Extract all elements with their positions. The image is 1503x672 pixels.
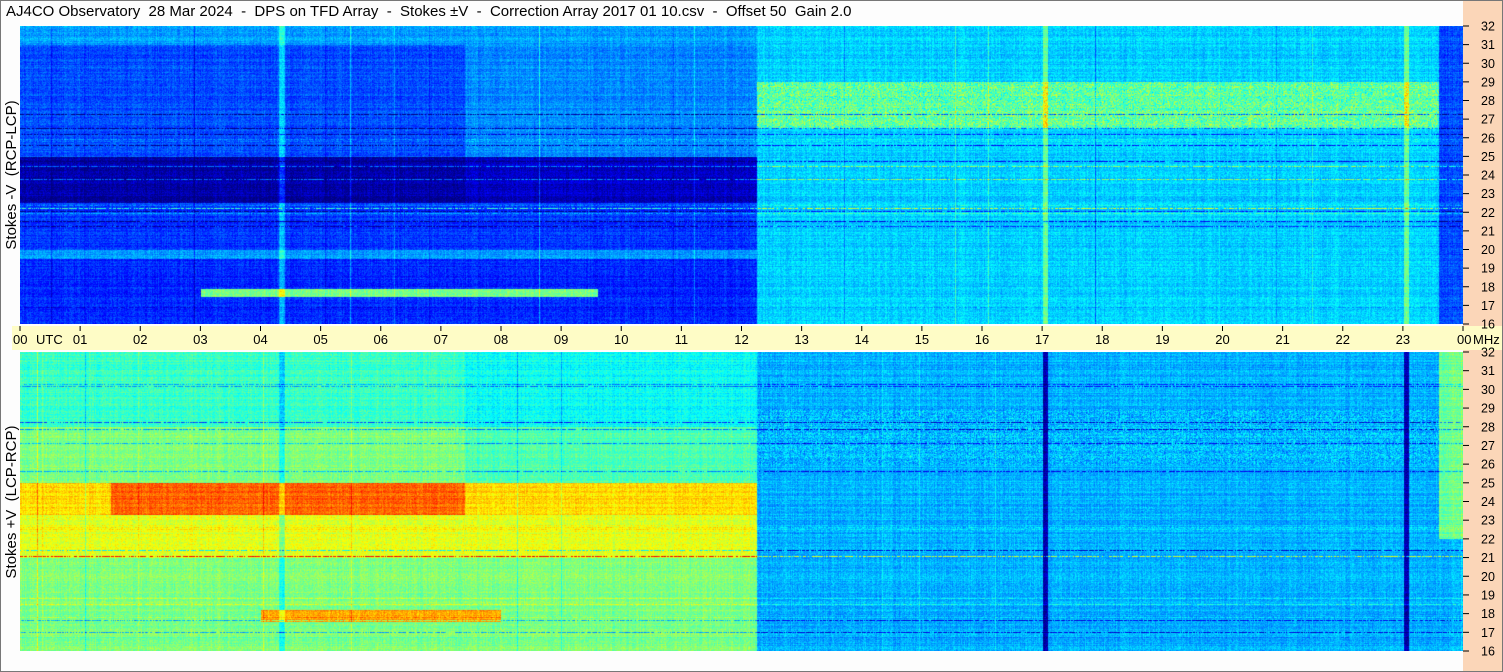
- freq-tick-label: 28: [1481, 420, 1495, 434]
- freq-tick-label: 17: [1481, 626, 1495, 640]
- freq-tick-label: 27: [1481, 439, 1495, 453]
- time-tick-label: 08: [494, 332, 508, 347]
- time-tick-label: 04: [253, 332, 267, 347]
- freq-tick-label: 20: [1481, 243, 1495, 257]
- freq-tick-label: 24: [1481, 169, 1495, 183]
- freq-tick-label: 23: [1481, 187, 1495, 201]
- freq-tick-label: 24: [1481, 495, 1495, 509]
- axes-svg: 00 01 02 03 04 05 06 07 08 09 10 11 12 13 14 15 16 17 18 19…: [0, 0, 1503, 672]
- time-tick-label: 07: [434, 332, 448, 347]
- freq-tick-label: 31: [1481, 364, 1495, 378]
- time-tick-label: 17: [1035, 332, 1049, 347]
- freq-tick-label: 19: [1481, 588, 1495, 602]
- freq-tick-label: 30: [1481, 57, 1495, 71]
- time-tick-label: 00: [13, 332, 27, 347]
- freq-tick-label: 19: [1481, 262, 1495, 276]
- freq-tick-label: 23: [1481, 514, 1495, 528]
- time-tick-label: 05: [313, 332, 327, 347]
- freq-tick-label: 29: [1481, 75, 1495, 89]
- freq-tick-label: 18: [1481, 607, 1495, 621]
- freq-tick-label: 30: [1481, 383, 1495, 397]
- freq-tick-label: 32: [1481, 346, 1495, 360]
- time-tick-label: 15: [915, 332, 929, 347]
- time-tick-label: 00: [1457, 332, 1471, 347]
- freq-tick-label: 27: [1481, 113, 1495, 127]
- freq-tick-label: 26: [1481, 131, 1495, 145]
- axes-layer: 00 01 02 03 04 05 06 07 08 09 10 11 12 13 14 15 16 17 18 19…: [0, 0, 1503, 672]
- freq-tick-label: 17: [1481, 299, 1495, 313]
- freq-tick-label: 26: [1481, 458, 1495, 472]
- time-tick-label: 09: [554, 332, 568, 347]
- freq-tick-label: 32: [1481, 20, 1495, 34]
- freq-tick-label: 20: [1481, 570, 1495, 584]
- time-tick-label: 14: [855, 332, 869, 347]
- time-tick-label: 01: [73, 332, 87, 347]
- time-tick-label: 12: [734, 332, 748, 347]
- freq-tick-label: 16: [1481, 318, 1495, 332]
- freq-tick-label: 21: [1481, 551, 1495, 565]
- freq-tick-label: 29: [1481, 402, 1495, 416]
- time-tick-label: 22: [1336, 332, 1350, 347]
- time-tick-label: 03: [193, 332, 207, 347]
- freq-tick-label: 28: [1481, 94, 1495, 108]
- time-tick-label: 02: [133, 332, 147, 347]
- freq-tick-label: 22: [1481, 532, 1495, 546]
- freq-tick-label: 25: [1481, 476, 1495, 490]
- freq-tick-label: 21: [1481, 224, 1495, 238]
- time-tick-label: 20: [1215, 332, 1229, 347]
- time-tick-label: 23: [1396, 332, 1410, 347]
- freq-tick-label: 31: [1481, 38, 1495, 52]
- freq-tick-label: 16: [1481, 645, 1495, 659]
- time-tick-label: 10: [614, 332, 628, 347]
- time-tick-label: 18: [1095, 332, 1109, 347]
- freq-tick-label: 22: [1481, 206, 1495, 220]
- time-tick-label: 13: [794, 332, 808, 347]
- time-tick-label: 19: [1155, 332, 1169, 347]
- time-tick-label: 11: [675, 332, 689, 347]
- freq-tick-label: 25: [1481, 150, 1495, 164]
- time-tick-label: 06: [374, 332, 388, 347]
- freq-tick-label: 18: [1481, 280, 1495, 294]
- time-tick-label: 16: [975, 332, 989, 347]
- time-tick-label: 21: [1275, 332, 1289, 347]
- time-unit-label: UTC: [36, 332, 63, 347]
